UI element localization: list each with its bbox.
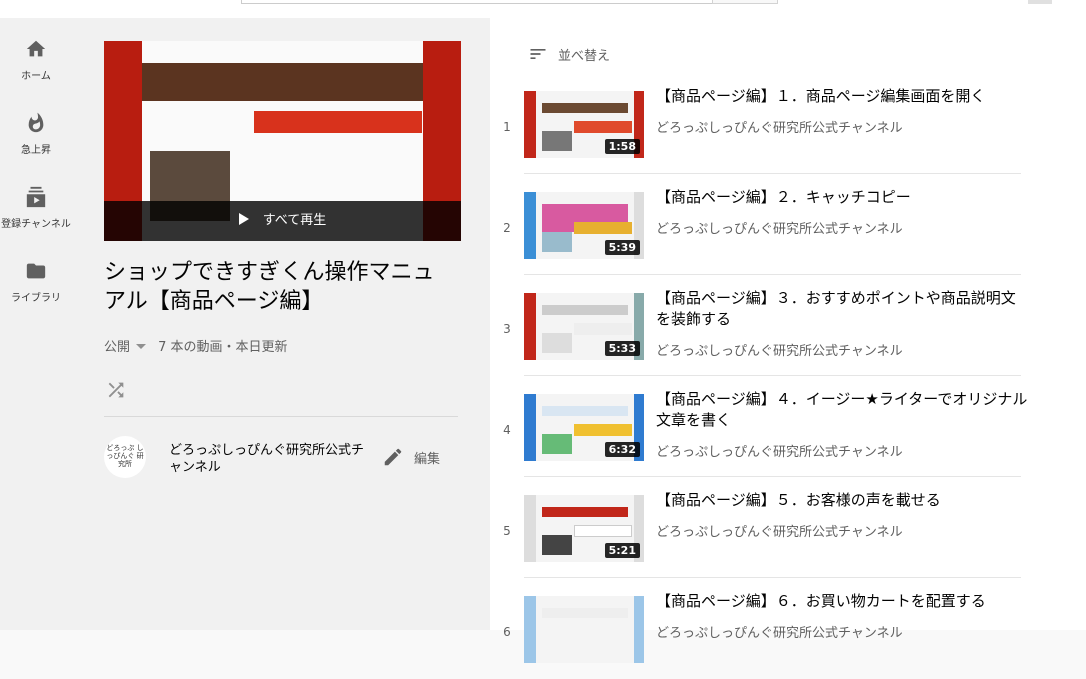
video-thumbnail[interactable]: 6:32 [524,394,644,461]
list-item[interactable]: 5 5:21 【商品ページ編】５．お客様の声を載せる どろっぷしっぴんぐ研究所公… [490,477,1086,578]
video-title[interactable]: 【商品ページ編】１．商品ページ編集画面を開く [656,86,1028,107]
top-bar [0,0,1086,18]
video-thumbnail[interactable]: 5:39 [524,192,644,259]
sidebar-item-label: 急上昇 [21,145,51,156]
video-channel[interactable]: どろっぷしっぴんぐ研究所公式チャンネル [656,117,903,136]
subscriptions-icon [26,186,46,208]
video-thumbnail[interactable]: 5:21 [524,495,644,562]
video-index: 3 [503,322,511,336]
video-index: 5 [503,524,511,538]
sidebar-item-label: ライブラリ [11,293,61,304]
sidebar-item-home[interactable]: ホーム [0,38,72,82]
video-channel[interactable]: どろっぷしっぴんぐ研究所公式チャンネル [656,441,903,460]
sidebar-item-subscriptions[interactable]: 登録チャンネル [0,186,72,230]
thumbnail-decoration [254,111,422,133]
video-channel[interactable]: どろっぷしっぴんぐ研究所公式チャンネル [656,521,903,540]
account-button[interactable] [1028,0,1052,4]
play-all-button[interactable]: すべて再生 [104,201,461,241]
edit-button[interactable]: 編集 [382,446,440,468]
avatar[interactable]: どろっぷ しっぴんぐ 研究所 [104,436,146,478]
shuffle-icon[interactable] [105,379,127,401]
folder-icon [26,263,46,279]
duration-badge: 5:21 [604,543,640,558]
list-item[interactable]: 1 1:58 【商品ページ編】１．商品ページ編集画面を開く どろっぷしっぴんぐ研… [490,73,1086,174]
home-icon [26,40,46,57]
pencil-icon [384,448,402,466]
divider [104,416,458,417]
search-input[interactable] [241,0,713,4]
privacy-label: 公開 [104,340,131,355]
sort-icon [530,49,546,59]
list-item[interactable]: 6 【商品ページ編】６．お買い物カートを配置する どろっぷしっぴんぐ研究所公式チ… [490,578,1086,679]
edit-label: 編集 [414,452,441,467]
duration-badge: 5:33 [604,341,640,356]
play-all-label: すべて再生 [262,213,327,228]
duration-badge: 5:39 [604,240,640,255]
sidebar-item-trending[interactable]: 急上昇 [0,112,72,156]
playlist-title: ショップできすぎくん操作マニュアル【商品ページ編】 [104,260,435,314]
list-item[interactable]: 4 6:32 【商品ページ編】４．イージー★ライターでオリジナル文章を書く どろ… [490,376,1086,477]
search-button[interactable] [712,0,778,4]
duration-badge: 1:58 [604,139,640,154]
video-index: 4 [503,423,511,437]
play-icon [238,213,249,225]
sort-button[interactable]: 並べ替え [528,44,610,64]
sidebar: ホーム 急上昇 登録チャンネル ライブラリ [0,18,72,630]
video-title[interactable]: 【商品ページ編】５．お客様の声を載せる [656,490,1028,511]
playlist-stats: 7 本の動画・本日更新 [158,340,288,355]
video-channel[interactable]: どろっぷしっぴんぐ研究所公式チャンネル [656,218,903,237]
list-item[interactable]: 2 5:39 【商品ページ編】２．キャッチコピー どろっぷしっぴんぐ研究所公式チ… [490,174,1086,275]
video-index: 2 [503,221,511,235]
sidebar-item-label: ホーム [21,71,51,82]
sidebar-item-label: 登録チャンネル [1,219,71,230]
video-thumbnail[interactable]: 5:33 [524,293,644,360]
playlist-thumbnail[interactable]: すべて再生 [104,41,461,241]
list-item[interactable]: 3 5:33 【商品ページ編】３．おすすめポイントや商品説明文を装飾する どろっ… [490,275,1086,376]
video-channel[interactable]: どろっぷしっぴんぐ研究所公式チャンネル [656,622,903,641]
duration-badge: 6:32 [604,442,640,457]
sidebar-item-library[interactable]: ライブラリ [0,260,72,304]
flame-icon [28,112,44,133]
privacy-dropdown[interactable]: 公開 [104,340,154,355]
video-title[interactable]: 【商品ページ編】４．イージー★ライターでオリジナル文章を書く [656,389,1028,431]
caret-down-icon [136,344,147,349]
video-title[interactable]: 【商品ページ編】６．お買い物カートを配置する [656,591,1028,612]
playlist-video-list: 並べ替え 1 1:58 【商品ページ編】１．商品ページ編集画面を開く どろっぷし… [490,18,1086,663]
video-title[interactable]: 【商品ページ編】２．キャッチコピー [656,187,1028,208]
video-title[interactable]: 【商品ページ編】３．おすすめポイントや商品説明文を装飾する [656,288,1028,330]
playlist-info-panel: すべて再生 ショップできすぎくん操作マニュアル【商品ページ編】 公開 7 本の動… [72,18,490,630]
channel-name-link[interactable]: どろっぷしっぴんぐ研究所公式チャンネル [169,442,369,476]
video-index: 1 [503,120,511,134]
video-thumbnail[interactable]: 1:58 [524,91,644,158]
video-index: 6 [503,625,511,639]
sort-label: 並べ替え [558,49,611,64]
playlist-meta: 公開 7 本の動画・本日更新 [104,336,288,355]
thumbnail-decoration [142,63,423,101]
avatar-text: どろっぷ しっぴんぐ 研究所 [106,444,144,468]
video-channel[interactable]: どろっぷしっぴんぐ研究所公式チャンネル [656,340,903,359]
